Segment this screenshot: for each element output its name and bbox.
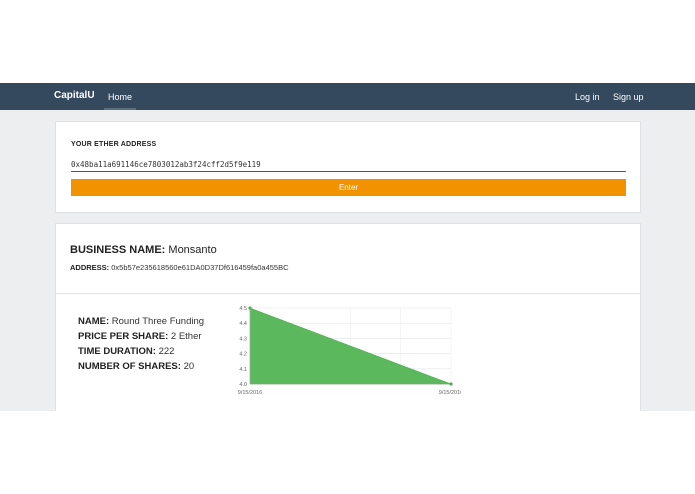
login-link[interactable]: Log in [575,92,600,102]
nav-home-link[interactable]: Home [104,83,137,110]
business-card: BUSINESS NAME: Monsanto ADDRESS: 0x5b57e… [55,223,641,411]
signup-link[interactable]: Sign up [613,92,644,102]
business-name-label: BUSINESS NAME: [70,244,166,256]
enter-button[interactable]: Enter [71,179,626,196]
ether-address-input[interactable] [71,158,626,172]
offering-shares-value: 20 [183,361,195,372]
offering-shares-label: NUMBER OF SHARES: [78,361,181,372]
ether-address-label: YOUR ETHER ADDRESS [71,141,157,148]
offering-price: PRICE PER SHARE: 2 Ether [78,329,204,344]
x-tick-label: 9/15/2016 [439,390,461,396]
y-tick-label: 4.2 [239,352,247,358]
offering-duration-label: TIME DURATION: [78,346,156,357]
app-viewport: CapitalU Home Log in Sign up YOUR ETHER … [0,83,695,411]
brand-logo[interactable]: CapitalU [54,90,95,101]
y-tick-label: 4.3 [239,336,247,342]
offering-duration: TIME DURATION: 222 [78,344,204,359]
y-tick-label: 4.4 [239,321,247,327]
x-tick-label: 9/15/2016 [238,390,262,396]
offering-shares: NUMBER OF SHARES: 20 [78,359,204,374]
offering-name-label: NAME: [78,316,110,327]
business-name-value: Monsanto [168,244,217,256]
offering-price-value: 2 Ether [170,331,202,342]
y-tick-label: 4.0 [239,382,247,388]
business-address-label: ADDRESS: [70,263,110,272]
business-address-value: 0x5b57e235618560e61DA0D37Df616459fa0a455… [111,263,289,272]
divider [56,293,640,294]
address-card: YOUR ETHER ADDRESS Enter [55,121,641,213]
business-name: BUSINESS NAME: Monsanto [70,244,217,256]
y-tick-label: 4.1 [239,367,247,373]
data-point [449,382,453,386]
offering-name-value: Round Three Funding [111,316,205,327]
navbar: CapitalU Home Log in Sign up [0,83,695,110]
offering-info: NAME: Round Three Funding PRICE PER SHAR… [78,314,204,374]
offering-price-label: PRICE PER SHARE: [78,331,169,342]
data-point [248,306,252,310]
offering-name: NAME: Round Three Funding [78,314,204,329]
business-address: ADDRESS: 0x5b57e235618560e61DA0D37Df6164… [70,263,289,272]
share-price-chart: 4.0 4.1 4.2 4.3 4.4 4.5 9/15/2016 9/15/2016 [238,306,461,396]
y-tick-label: 4.5 [239,306,247,312]
offering-duration-value: 222 [158,346,175,357]
